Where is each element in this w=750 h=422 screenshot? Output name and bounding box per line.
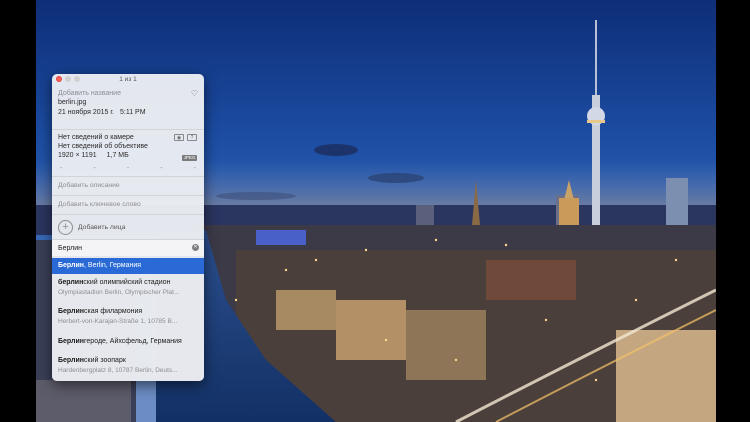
result-title: Берлинская филармония [58,307,198,317]
question-icon[interactable]: ? [187,134,197,141]
result-item[interactable]: Берлин, Berlin, Германия [52,258,204,274]
filename: berlin.jpg [58,99,87,106]
camera-icons: ◉ ? [174,134,197,141]
exif-value: - [193,165,196,172]
file-size-text: 1,7 МБ [106,152,129,159]
result-title: Берлинский зоопарк [58,356,198,366]
date-text: 21 ноября 2015 г. [58,109,114,116]
result-subtitle: Herbert-von-Karajan-Straße 1, 10785 B... [58,318,178,325]
image-meta: 1920 × 1191 1,7 МБ [58,151,198,161]
format-badge: JPEG [182,155,197,161]
clear-icon[interactable]: ✕ [192,244,199,251]
result-rest: , Berlin, Германия [84,262,142,269]
location-search-field[interactable]: Берлин ✕ [52,240,204,256]
screen: 1 из 1 Добавить название berlin.jpg 21 н… [0,0,750,422]
result-item[interactable]: Берлинская филармония Herbert-von-Karaja… [52,303,204,332]
result-title: берлинский олимпийский стадион [58,278,198,288]
title-field[interactable]: Добавить название [58,89,198,98]
result-item[interactable]: Берлинский зоопарк Hardenbergplatz 8, 10… [52,352,204,381]
add-faces-label: Добавить лица [78,223,126,231]
result-item[interactable]: Берлингероде, Айхсфельд, Германия [52,332,204,352]
description-field[interactable]: Добавить описание [52,177,204,195]
result-subtitle: Olympiastadion Berlin, Olympischer Plat.… [58,289,180,296]
title-bar: 1 из 1 [52,74,204,85]
result-item[interactable]: берлинский олимпийский стадион Olympiast… [52,274,204,303]
result-match: берлин [58,279,84,286]
exif-value: - [126,165,130,172]
location-results: Берлин, Berlin, Германия берлинский олим… [52,258,204,381]
result-subtitle: Hardenbergplatz 8, 10787 Berlin, Deuts..… [58,367,178,374]
camera-icon: ◉ [174,134,184,141]
result-rest: ский зоопарк [84,357,126,364]
lens-text: Нет сведений об объективе [58,143,148,150]
result-rest: героде, Айхсфельд, Германия [84,338,182,345]
dimensions-text: 1920 × 1191 [58,152,97,159]
time-text: 5:11 PM [120,109,146,116]
info-panel: 1 из 1 Добавить название berlin.jpg 21 н… [52,74,204,381]
plus-icon: + [58,219,73,235]
result-rest: ский олимпийский стадион [83,279,171,286]
photo-info: Добавить название berlin.jpg 21 ноября 2… [52,85,204,129]
exif-dashes: - - - - - [60,165,196,172]
result-match: Берлин [58,262,85,269]
result-match: Берлин [58,357,85,364]
result-title: Берлингероде, Айхсфельд, Германия [58,332,198,352]
result-title: Берлин, Berlin, Германия [58,258,198,274]
result-match: Берлин [58,308,85,315]
add-faces-button[interactable]: + Добавить лица [52,215,204,239]
exif-value: - [60,165,63,172]
location-search-value: Берлин [58,244,83,252]
keyword-field[interactable]: Добавить ключевое слово [52,196,204,214]
heart-icon[interactable]: ♡ [191,89,198,98]
window-title: 1 из 1 [119,76,137,83]
result-rest: ская филармония [84,308,143,315]
date-time: 21 ноября 2015 г. 5:11 PM [58,108,198,117]
camera-info: Нет сведений о камере Нет сведений об об… [52,130,204,176]
exif-value: - [93,165,96,172]
exif-value: - [160,165,163,172]
result-match: Берлин [58,338,85,345]
